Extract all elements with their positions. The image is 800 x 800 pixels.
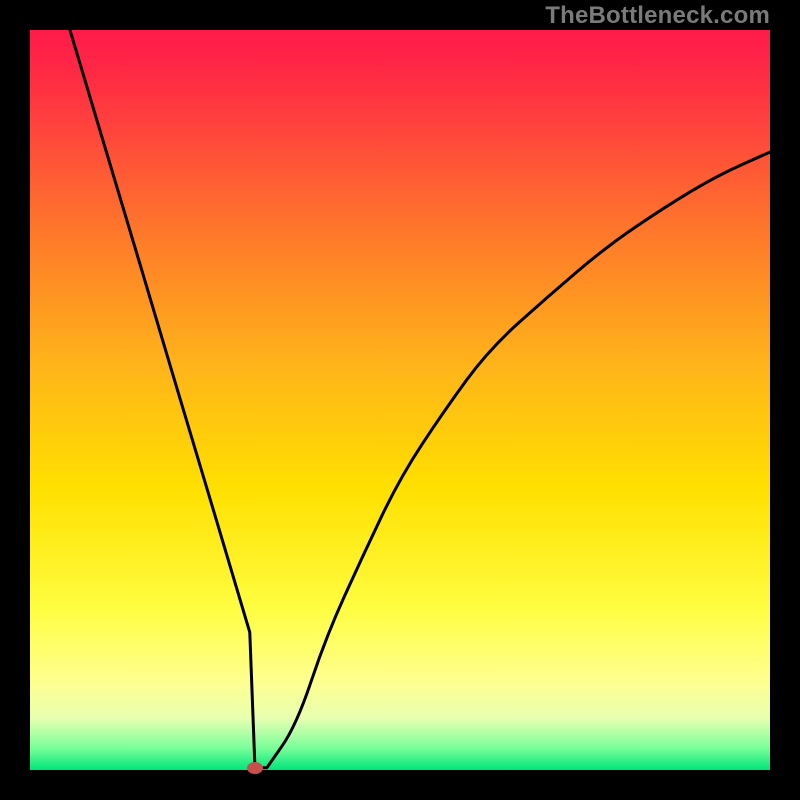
chart-frame: TheBottleneck.com <box>0 0 800 800</box>
plot-area <box>30 30 770 770</box>
watermark-text: TheBottleneck.com <box>545 2 770 30</box>
bottleneck-curve <box>30 30 770 770</box>
minimum-marker <box>247 762 263 774</box>
